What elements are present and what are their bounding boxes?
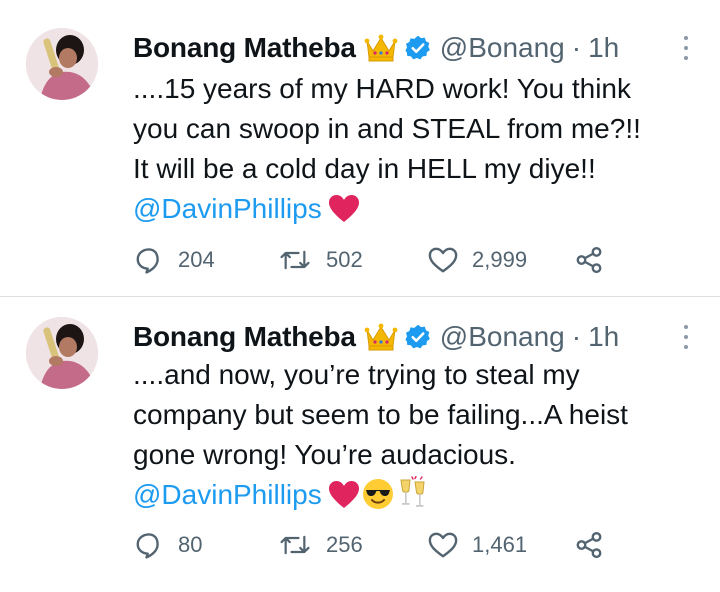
clinking-glasses-icon: [398, 475, 428, 521]
separator: ·: [571, 32, 582, 63]
avatar[interactable]: [26, 317, 98, 389]
tweet-text-line: you can swoop in and STEAL from me?!!: [133, 113, 641, 144]
tweet-timestamp[interactable]: 1h: [588, 321, 619, 353]
tweet[interactable]: Bonang Matheba @Bonang · 1h ....15 years…: [0, 0, 720, 297]
reply-icon: [134, 530, 164, 560]
like-count: 2,999: [472, 247, 528, 272]
tweet-text-line: company but seem to be failing...A heist: [133, 399, 628, 430]
crown-icon: [364, 33, 398, 63]
reply-icon: [134, 245, 164, 275]
reply-button[interactable]: 204: [134, 242, 215, 278]
share-icon: [574, 530, 604, 560]
verified-badge-icon: [404, 323, 432, 351]
tweet-header: Bonang Matheba @Bonang · 1h: [133, 317, 619, 357]
tweet-text-line: ....15 years of my HARD work! You think: [133, 73, 631, 104]
verified-badge-icon: [404, 34, 432, 62]
red-heart-icon: [328, 194, 360, 235]
tweet[interactable]: Bonang Matheba @Bonang · 1h ....and now,…: [0, 297, 720, 592]
retweet-icon: [278, 246, 312, 274]
tweet-header: Bonang Matheba @Bonang · 1h: [133, 28, 619, 68]
tweet-mention-line: @DavinPhillips: [133, 475, 693, 521]
more-options-icon[interactable]: [682, 325, 690, 349]
tweet-text-line: It will be a cold day in HELL my diye!!: [133, 153, 596, 184]
like-button[interactable]: 1,461: [428, 527, 527, 563]
mention-link[interactable]: @DavinPhillips: [133, 193, 322, 224]
retweet-count: 502: [326, 247, 363, 272]
tweet-mention-line: @DavinPhillips: [133, 189, 693, 235]
reply-count: 80: [178, 532, 203, 557]
separator: ·: [571, 321, 582, 352]
tweet-text-line: ....and now, you’re trying to steal my: [133, 359, 580, 390]
retweet-button[interactable]: 502: [278, 242, 363, 278]
crown-icon: [364, 322, 398, 352]
author-handle[interactable]: @Bonang: [440, 32, 565, 64]
mention-link[interactable]: @DavinPhillips: [133, 479, 322, 510]
sunglasses-face-icon: [362, 478, 394, 521]
share-button[interactable]: [574, 242, 604, 278]
like-button[interactable]: 2,999: [428, 242, 527, 278]
tweet-text: ....15 years of my HARD work! You think …: [133, 69, 693, 235]
more-options-icon[interactable]: [682, 36, 690, 60]
avatar[interactable]: [26, 28, 98, 100]
like-icon: [428, 246, 458, 274]
share-button[interactable]: [574, 527, 604, 563]
tweet-text: ....and now, you’re trying to steal my c…: [133, 355, 693, 521]
retweet-count: 256: [326, 532, 363, 557]
retweet-button[interactable]: 256: [278, 527, 363, 563]
author-name[interactable]: Bonang Matheba: [133, 321, 356, 353]
reply-count: 204: [178, 247, 215, 272]
like-count: 1,461: [472, 532, 528, 557]
retweet-icon: [278, 531, 312, 559]
share-icon: [574, 245, 604, 275]
tweet-text-line: gone wrong! You’re audacious.: [133, 439, 516, 470]
red-heart-icon: [328, 480, 360, 521]
like-icon: [428, 531, 458, 559]
tweet-timestamp[interactable]: 1h: [588, 32, 619, 64]
author-handle[interactable]: @Bonang: [440, 321, 565, 353]
reply-button[interactable]: 80: [134, 527, 202, 563]
author-name[interactable]: Bonang Matheba: [133, 32, 356, 64]
